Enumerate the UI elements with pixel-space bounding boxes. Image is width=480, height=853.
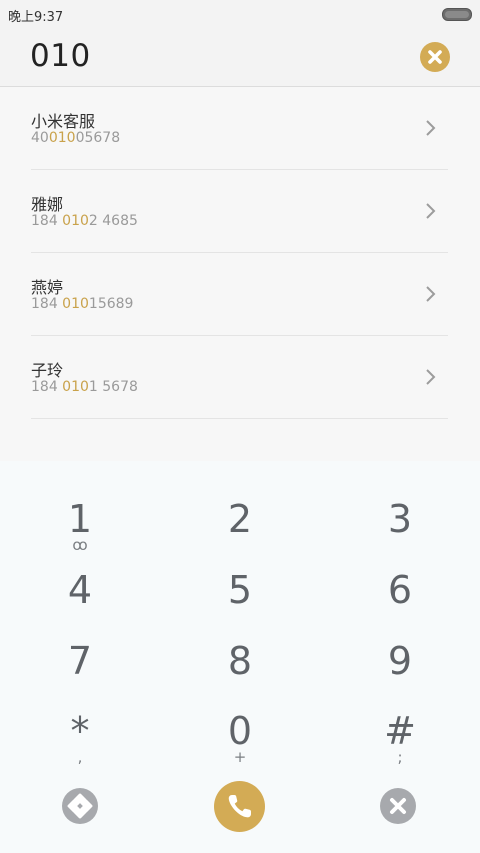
key-digit: * [70,709,90,753]
number-suffix: 1 5678 [88,379,138,395]
number-suffix: 2 4685 [88,213,138,229]
number-prefix: 40 [31,130,49,146]
key-digit: 2 [227,497,253,541]
dial-key-3[interactable]: 3 [320,489,480,559]
chevron-right-icon[interactable] [424,367,438,387]
key-digit: 0 [227,709,253,753]
collapse-dialpad-button[interactable] [62,788,98,824]
key-digit: 5 [227,568,253,612]
number-prefix: 184 [31,296,63,312]
key-digit: 8 [227,639,253,683]
clear-x-icon [428,50,442,64]
number-match: 010 [62,379,89,395]
voicemail-icon: ꝏ [72,536,88,554]
number-match: 010 [62,213,89,229]
contact-result-item[interactable]: 小米客服 4001005678 [31,87,448,170]
dial-key-8[interactable]: 8 [160,631,320,701]
dial-key-2[interactable]: 2 [160,489,320,559]
number-prefix: 184 [31,379,63,395]
battery-level [445,11,469,18]
contact-number: 4001005678 [31,130,120,146]
key-sub: + [233,748,247,766]
dialpad-collapse-icon [67,793,93,819]
contact-result-item[interactable]: 雅娜 184 0102 4685 [31,170,448,253]
contact-result-item[interactable]: 燕婷 184 01015689 [31,253,448,336]
contact-number: 184 01015689 [31,296,133,312]
key-digit: 1 [67,497,93,541]
contact-number: 184 0102 4685 [31,213,138,229]
chevron-right-icon[interactable] [424,284,438,304]
contact-result-item[interactable]: 子玲 184 0101 5678 [31,336,448,419]
key-sub: , [77,748,83,766]
contact-results: 小米客服 4001005678 雅娜 184 0102 4685 燕婷 184 … [0,87,480,461]
number-match: 010 [62,296,89,312]
dialpad: 1 ꝏ 2 3 4 5 6 7 8 9 * , 0 + # ; [0,461,480,853]
status-bar: 晚上9:37 [0,0,480,28]
key-digit: 7 [67,639,93,683]
phone-icon [228,795,251,818]
backspace-x-icon [390,798,406,814]
key-sub: ; [397,748,403,766]
contact-name: 子玲 [31,361,64,380]
dial-key-6[interactable]: 6 [320,560,480,630]
dial-key-0[interactable]: 0 + [160,701,320,771]
call-button[interactable] [214,781,265,832]
key-digit: 4 [67,568,93,612]
chevron-right-icon[interactable] [424,118,438,138]
dial-key-9[interactable]: 9 [320,631,480,701]
number-suffix: 05678 [75,130,121,146]
contact-name: 燕婷 [31,278,64,297]
key-digit: 3 [387,497,413,541]
typed-number: 010 [30,38,91,74]
number-prefix: 184 [31,213,63,229]
number-header: 010 [0,28,480,87]
number-suffix: 15689 [88,296,134,312]
dial-key-1[interactable]: 1 ꝏ [0,489,160,559]
dialer-screen: 晚上9:37 010 小米客服 4001005678 雅娜 184 0102 4… [0,0,480,853]
number-match: 010 [48,130,76,146]
dial-key-hash[interactable]: # ; [320,701,480,771]
status-time: 晚上9:37 [8,10,64,25]
dial-key-4[interactable]: 4 [0,560,160,630]
key-digit: 9 [387,639,413,683]
chevron-right-icon[interactable] [424,201,438,221]
key-digit: # [384,709,416,753]
dial-key-5[interactable]: 5 [160,560,320,630]
contact-number: 184 0101 5678 [31,379,138,395]
delete-button[interactable] [380,788,416,824]
contact-name: 雅娜 [31,195,64,214]
battery-icon [442,8,472,21]
dial-key-star[interactable]: * , [0,701,160,771]
clear-number-button[interactable] [420,42,450,72]
key-digit: 6 [387,568,413,612]
dial-key-7[interactable]: 7 [0,631,160,701]
contact-name: 小米客服 [31,112,96,131]
